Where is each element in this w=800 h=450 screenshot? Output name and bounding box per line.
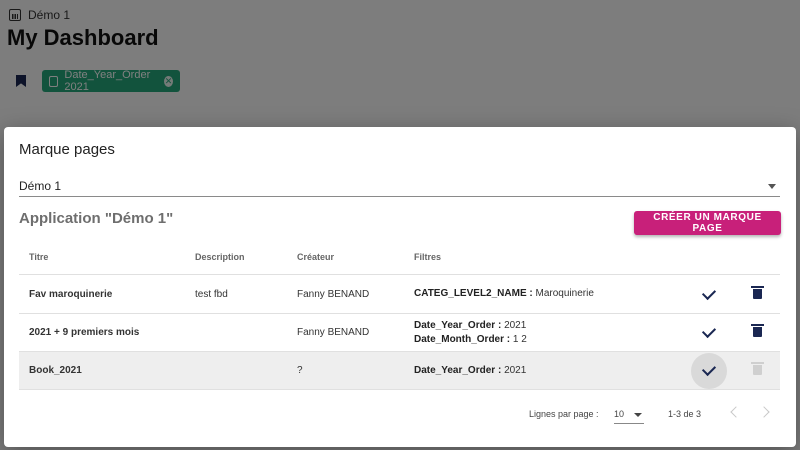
table-row[interactable]: Book_2021 ? Date_Year_Order : 2021	[19, 351, 780, 390]
bookmark-filters: CATEG_LEVEL2_NAME : Maroquinerie	[404, 274, 684, 314]
filter-key: Date_Year_Order :	[414, 364, 502, 376]
check-icon	[701, 323, 717, 339]
application-select-value: Démo 1	[19, 179, 62, 193]
bookmark-title: Fav maroquinerie	[19, 274, 185, 314]
table-row[interactable]: 2021 + 9 premiers mois Fanny BENAND Date…	[19, 313, 780, 352]
bookmark-description	[185, 351, 287, 390]
column-header-description: Description	[185, 240, 287, 275]
delete-icon[interactable]	[750, 285, 764, 299]
create-bookmark-button[interactable]: CRÉER UN MARQUE PAGE	[634, 211, 781, 235]
check-icon	[701, 361, 717, 377]
column-header-titre: Titre	[19, 240, 185, 275]
pagination-range: 1-3 de 3	[668, 409, 702, 419]
bookmark-description: test fbd	[185, 274, 287, 314]
bookmarks-table: Titre Description Créateur Filtres Fav m…	[19, 240, 780, 390]
chevron-down-icon	[768, 184, 776, 189]
bookmarks-dialog: Marque pages Démo 1 Application "Démo 1"…	[4, 127, 796, 447]
filter-value: Maroquinerie	[535, 288, 594, 299]
bookmark-title: Book_2021	[19, 351, 185, 390]
chevron-down-icon	[634, 413, 642, 417]
apply-bookmark-button[interactable]	[691, 352, 727, 389]
chevron-left-icon	[730, 406, 742, 418]
apply-bookmark-button[interactable]	[691, 315, 727, 351]
application-heading: Application "Démo 1"	[19, 210, 174, 227]
bookmark-creator: Fanny BENAND	[287, 274, 404, 314]
delete-icon	[750, 362, 764, 375]
bookmark-filters: Date_Year_Order : 2021	[404, 351, 684, 390]
chevron-right-icon	[758, 406, 770, 418]
rows-per-page-value: 10	[614, 409, 625, 419]
table-pagination: Lignes par page : 10 1-3 de 3	[529, 405, 789, 425]
dialog-title: Marque pages	[19, 141, 115, 158]
table-row[interactable]: Fav maroquinerie test fbd Fanny BENAND C…	[19, 274, 780, 314]
filter-value: 2021	[504, 364, 527, 376]
column-header-createur: Créateur	[287, 240, 404, 275]
filter-value: 2021	[504, 319, 527, 331]
application-select[interactable]: Démo 1	[19, 175, 780, 197]
bookmark-creator: Fanny BENAND	[287, 313, 404, 352]
filter-key: Date_Year_Order :	[414, 319, 502, 331]
rows-per-page-select[interactable]: 10	[614, 405, 644, 424]
column-header-filtres: Filtres	[404, 240, 684, 275]
bookmark-description	[185, 313, 287, 352]
bookmark-title: 2021 + 9 premiers mois	[19, 313, 185, 352]
apply-bookmark-button[interactable]	[691, 276, 727, 312]
filter-key: Date_Month_Order :	[414, 333, 511, 345]
check-icon	[701, 285, 717, 300]
bookmark-creator: ?	[287, 351, 404, 390]
bookmark-filters: Date_Year_Order : 2021 Date_Month_Order …	[404, 313, 684, 352]
filter-key: CATEG_LEVEL2_NAME :	[414, 288, 533, 299]
rows-per-page-label: Lignes par page :	[529, 409, 599, 419]
filter-value: 1 2	[512, 333, 527, 345]
delete-icon[interactable]	[750, 324, 764, 337]
